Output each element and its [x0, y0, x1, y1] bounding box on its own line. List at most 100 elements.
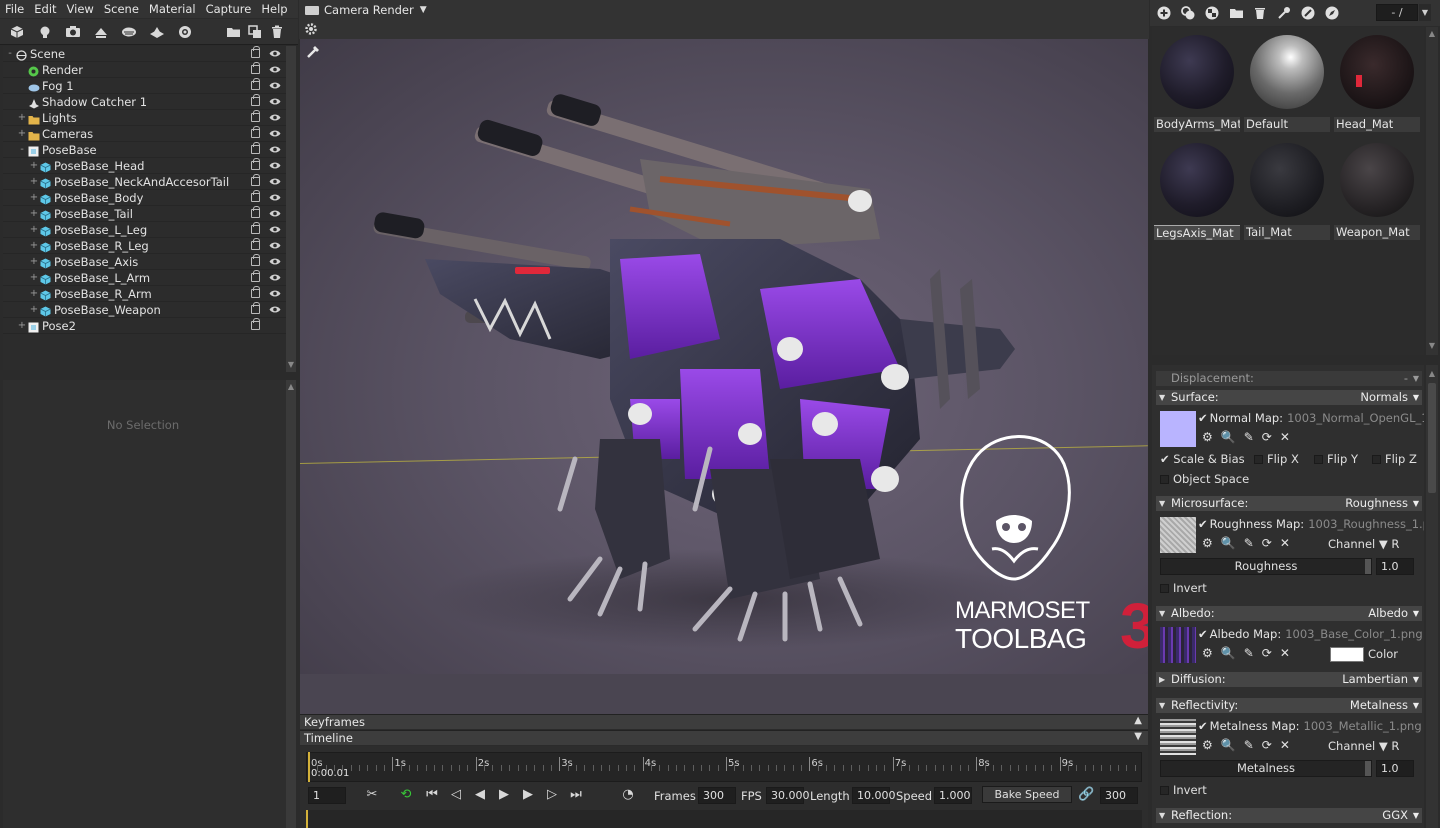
- properties-scrollbar[interactable]: ▲: [286, 380, 296, 828]
- tree-item-lights[interactable]: + Lights: [3, 110, 286, 126]
- expand-icon[interactable]: +: [29, 174, 39, 190]
- folder-icon[interactable]: [1226, 2, 1246, 24]
- lock-icon[interactable]: [251, 302, 260, 314]
- refresh-icon[interactable]: ⟳: [1262, 646, 1280, 660]
- lock-icon[interactable]: [251, 126, 260, 138]
- surface-mode[interactable]: Normals: [1360, 390, 1408, 405]
- tree-item-scene[interactable]: - Scene: [3, 46, 286, 62]
- lock-icon[interactable]: [251, 254, 260, 266]
- gear-icon[interactable]: ⚙: [1202, 738, 1221, 752]
- tree-item-posebase-body[interactable]: + PoseBase_Body: [3, 190, 286, 206]
- bake-speed-button[interactable]: Bake Speed: [982, 786, 1072, 803]
- gear-icon[interactable]: [304, 22, 318, 39]
- chevron-down-icon[interactable]: ▼: [1413, 672, 1419, 687]
- eye-icon[interactable]: [269, 238, 281, 254]
- expand-icon[interactable]: +: [29, 238, 39, 254]
- chevron-down-icon[interactable]: ▼: [1419, 4, 1431, 21]
- flip-y-checkbox[interactable]: Flip Y: [1314, 452, 1358, 466]
- trash-icon[interactable]: [1250, 2, 1270, 24]
- duplicate-icon[interactable]: [246, 21, 264, 43]
- keyframes-header[interactable]: Keyframes ▲: [300, 714, 1148, 729]
- expand-icon[interactable]: +: [17, 110, 27, 126]
- shadow-catcher-icon[interactable]: [146, 21, 168, 43]
- menu-file[interactable]: File: [0, 2, 29, 16]
- microsurface-mode[interactable]: Roughness: [1345, 496, 1408, 511]
- search-icon[interactable]: 🔍: [1221, 646, 1244, 660]
- scene-tree-scrollbar[interactable]: ▼: [286, 46, 296, 372]
- folder-icon[interactable]: [224, 21, 242, 43]
- collapse-icon[interactable]: -: [17, 142, 27, 158]
- refresh-icon[interactable]: ⟳: [1262, 738, 1280, 752]
- collapse-arrow-icon[interactable]: ▼: [1159, 698, 1165, 713]
- albedo-map-slot[interactable]: ✔ Albedo Map: 1003_Base_Color_1.png: [1198, 627, 1423, 641]
- tree-item-posebase-neckandaccesortail[interactable]: + PoseBase_NeckAndAccesorTail: [3, 174, 286, 190]
- tree-item-posebase-axis[interactable]: + PoseBase_Axis: [3, 254, 286, 270]
- chevron-down-icon[interactable]: ▼: [1413, 496, 1419, 511]
- tree-item-cameras[interactable]: + Cameras: [3, 126, 286, 142]
- lock-icon[interactable]: [251, 318, 260, 330]
- keyframe-track[interactable]: [306, 810, 1142, 828]
- expand-icon[interactable]: ▲: [1134, 715, 1142, 726]
- search-icon[interactable]: 🔍: [1221, 536, 1244, 550]
- turntable-icon[interactable]: [174, 21, 196, 43]
- material-weapon-mat[interactable]: Weapon_Mat: [1334, 137, 1420, 243]
- tree-item-posebase-weapon[interactable]: + PoseBase_Weapon: [3, 302, 286, 318]
- lock-icon[interactable]: [251, 190, 260, 202]
- lock-icon[interactable]: [251, 174, 260, 186]
- eye-icon[interactable]: [269, 78, 281, 94]
- flip-x-checkbox[interactable]: Flip X: [1254, 452, 1299, 466]
- material-tail-mat[interactable]: Tail_Mat: [1244, 137, 1330, 243]
- scroll-thumb[interactable]: [1428, 383, 1436, 493]
- metalness-value-field[interactable]: 1.0: [1376, 760, 1414, 777]
- eye-icon[interactable]: [269, 206, 281, 222]
- step-forward-icon[interactable]: ▶: [520, 787, 536, 803]
- eye-icon[interactable]: [269, 62, 281, 78]
- collapse-arrow-icon[interactable]: ▼: [1159, 496, 1165, 511]
- pencil-icon[interactable]: ✎: [1244, 646, 1262, 660]
- camera-icon[interactable]: [62, 21, 84, 43]
- lock-icon[interactable]: [251, 158, 260, 170]
- tree-item-posebase-r-leg[interactable]: + PoseBase_R_Leg: [3, 238, 286, 254]
- collapse-arrow-icon[interactable]: ▼: [1159, 390, 1165, 405]
- object-space-checkbox[interactable]: Object Space: [1160, 472, 1249, 486]
- tree-item-posebase-head[interactable]: + PoseBase_Head: [3, 158, 286, 174]
- normal-map-slot[interactable]: ✔Normal Map:1003_Normal_OpenGL_1.png: [1198, 411, 1424, 425]
- next-key-icon[interactable]: ▷: [544, 787, 560, 803]
- expand-icon[interactable]: +: [29, 222, 39, 238]
- chevron-down-icon[interactable]: ▼: [1413, 371, 1419, 386]
- material-bodyarms-mat[interactable]: BodyArms_Mat: [1154, 29, 1240, 135]
- menu-help[interactable]: Help: [256, 2, 292, 16]
- gear-icon[interactable]: ⚙: [1202, 536, 1221, 550]
- roughness-map-slot[interactable]: ✔Roughness Map:1003_Roughness_1.png: [1198, 517, 1424, 531]
- trash-icon[interactable]: [268, 21, 286, 43]
- lock-icon[interactable]: [251, 206, 260, 218]
- collapse-arrow-icon[interactable]: ▼: [1159, 808, 1165, 823]
- close-icon[interactable]: ✕: [1280, 536, 1298, 550]
- speed-dial-icon[interactable]: ◔: [620, 787, 636, 803]
- metalness-map-slot[interactable]: ✔ Metalness Map: 1003_Metallic_1.png: [1198, 719, 1422, 733]
- surface-header[interactable]: ▼ Surface: Normals ▼: [1156, 390, 1422, 405]
- eye-icon[interactable]: [269, 94, 281, 110]
- metalness-invert-checkbox[interactable]: Invert: [1160, 783, 1207, 797]
- albedo-map-thumbnail[interactable]: [1160, 627, 1196, 663]
- roughness-value-field[interactable]: 1.0: [1376, 558, 1414, 575]
- timeline-ruler[interactable]: 0s 1s 2s 3s 4s 5s 6s 7s 8s 9s: [306, 752, 1142, 782]
- reflection-header[interactable]: ▼ Reflection: GGX ▼: [1156, 808, 1422, 823]
- albedo-color-swatch[interactable]: [1330, 647, 1364, 662]
- add-material-icon[interactable]: [1154, 2, 1174, 24]
- gear-icon[interactable]: ⚙: [1202, 430, 1221, 444]
- reflectivity-mode[interactable]: Metalness: [1350, 698, 1408, 713]
- tree-item-fog-1[interactable]: Fog 1: [3, 78, 286, 94]
- eye-icon[interactable]: [269, 190, 281, 206]
- pencil-icon[interactable]: ✎: [1244, 738, 1262, 752]
- collapse-arrow-icon[interactable]: ▶: [1159, 672, 1165, 687]
- microsurface-header[interactable]: ▼ Microsurface: Roughness ▼: [1156, 496, 1422, 511]
- gear-icon[interactable]: ⚙: [1202, 646, 1221, 660]
- lock-icon[interactable]: [251, 62, 260, 74]
- tree-item-posebase-l-leg[interactable]: + PoseBase_L_Leg: [3, 222, 286, 238]
- pencil-icon[interactable]: ✎: [1244, 536, 1262, 550]
- checker-icon[interactable]: [1202, 2, 1222, 24]
- metalness-map-thumbnail[interactable]: [1160, 719, 1196, 755]
- material-default[interactable]: Default: [1244, 29, 1330, 135]
- material-legsaxis-mat[interactable]: LegsAxis_Mat: [1154, 137, 1240, 243]
